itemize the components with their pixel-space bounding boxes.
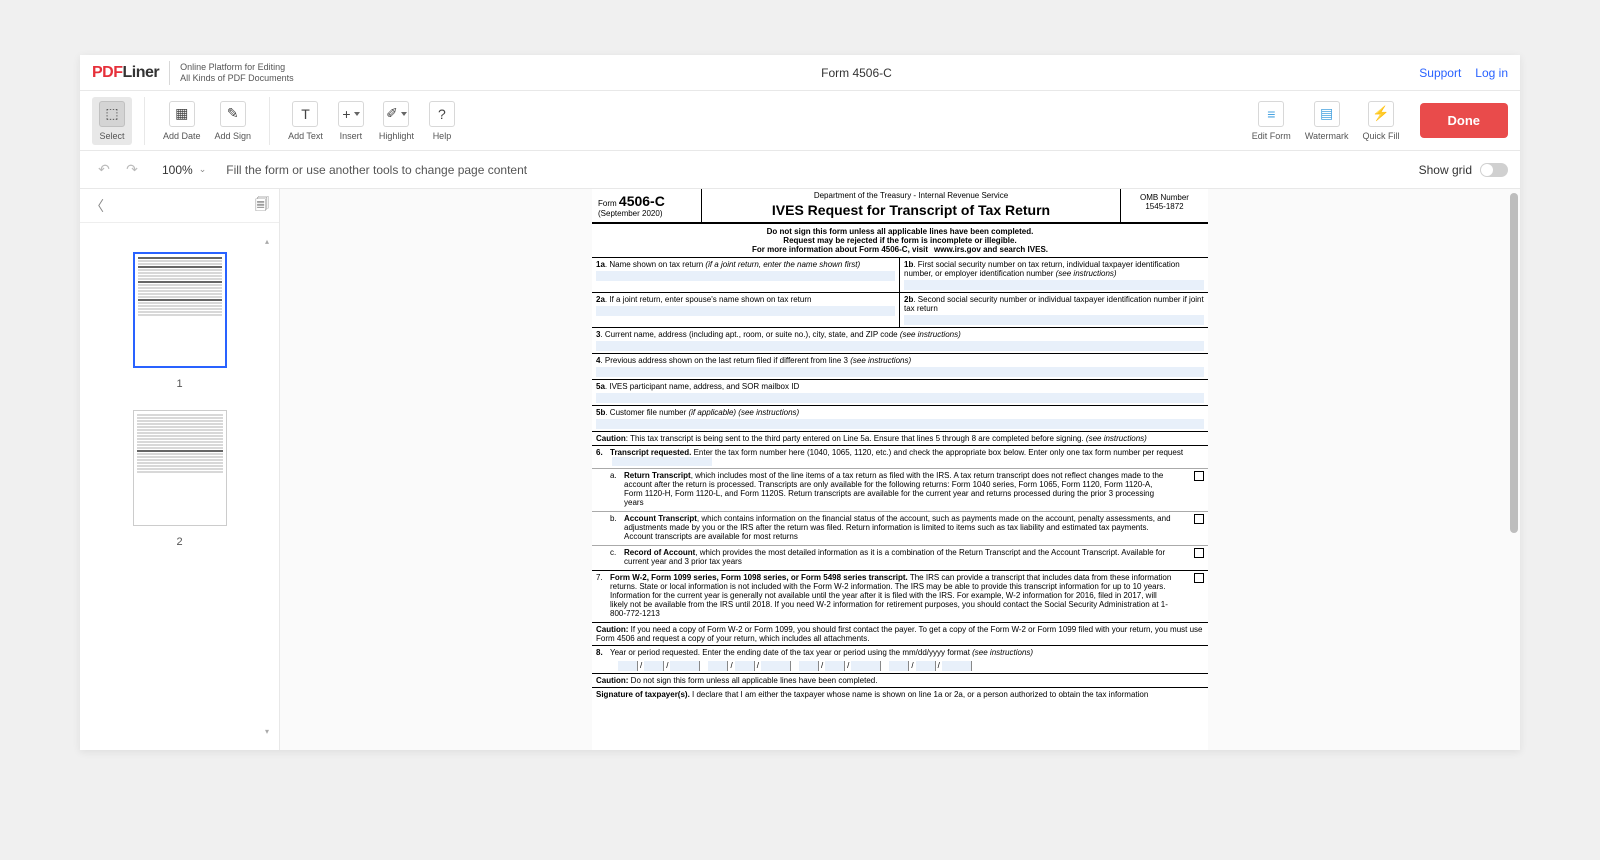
field-8-date3[interactable]: //	[799, 661, 881, 671]
logo-divider	[169, 61, 170, 85]
document-title: Form 4506-C	[294, 66, 1420, 80]
select-tool[interactable]: ⬚ Select	[92, 97, 132, 145]
quick-fill-tool[interactable]: ⚡ Quick Fill	[1356, 97, 1405, 145]
edit-form-tool[interactable]: ≡ Edit Form	[1246, 97, 1297, 145]
checkbox-6a[interactable]	[1194, 471, 1204, 481]
checkbox-6c[interactable]	[1194, 548, 1204, 558]
hint-text: Fill the form or use another tools to ch…	[226, 163, 527, 177]
zoom-selector[interactable]: 100% ⌄	[162, 163, 206, 177]
field-8-date4[interactable]: //	[889, 661, 971, 671]
field-8-date2[interactable]: //	[708, 661, 790, 671]
watermark-icon: ▤	[1314, 101, 1340, 127]
signature-icon: ✎	[220, 101, 246, 127]
field-8-date1[interactable]: //	[618, 661, 700, 671]
highlighter-icon: ✐	[383, 101, 409, 127]
field-2b[interactable]	[904, 315, 1204, 325]
scrollbar[interactable]	[1510, 193, 1518, 746]
document-canvas[interactable]: Form 4506-C (September 2020) Department …	[280, 189, 1520, 750]
tagline: Online Platform for Editing All Kinds of…	[180, 62, 294, 84]
toolbar: ⬚ Select ▦ Add Date ✎ Add Sign T Add Tex…	[80, 91, 1520, 151]
show-grid-label: Show grid	[1419, 163, 1472, 177]
chevron-down-icon: ⌄	[199, 164, 207, 175]
main-area: 〈 🗐 ▴ 1	[80, 189, 1520, 750]
plus-icon: +	[338, 101, 364, 127]
thumbnail-label-2: 2	[176, 536, 182, 548]
checkbox-7[interactable]	[1194, 573, 1204, 583]
checkbox-6b[interactable]	[1194, 514, 1204, 524]
redo-button[interactable]: ↷	[120, 158, 144, 182]
cursor-icon: ⬚	[99, 101, 125, 127]
scroll-up-icon: ▴	[265, 237, 269, 246]
scroll-down-icon: ▾	[265, 727, 269, 736]
help-icon: ?	[429, 101, 455, 127]
login-link[interactable]: Log in	[1475, 66, 1508, 80]
support-link[interactable]: Support	[1419, 66, 1461, 80]
thumbnail-label-1: 1	[176, 378, 182, 390]
form-page: Form 4506-C (September 2020) Department …	[592, 189, 1208, 750]
thumbnail-page-1[interactable]	[133, 252, 227, 368]
add-date-tool[interactable]: ▦ Add Date	[157, 97, 207, 145]
logo-area: PDFLiner Online Platform for Editing All…	[92, 61, 294, 85]
field-2a[interactable]	[596, 306, 895, 316]
text-icon: T	[292, 101, 318, 127]
calendar-icon: ▦	[169, 101, 195, 127]
field-5a[interactable]	[596, 393, 1204, 403]
thumbnail-sidebar: 〈 🗐 ▴ 1	[80, 189, 280, 750]
field-1a[interactable]	[596, 271, 895, 281]
header-bar: PDFLiner Online Platform for Editing All…	[80, 55, 1520, 91]
insert-tool[interactable]: + Insert	[331, 97, 371, 145]
add-sign-tool[interactable]: ✎ Add Sign	[209, 97, 258, 145]
form-icon: ≡	[1258, 101, 1284, 127]
highlight-tool[interactable]: ✐ Highlight	[373, 97, 420, 145]
bolt-icon: ⚡	[1368, 101, 1394, 127]
field-6-formnum[interactable]	[612, 457, 712, 466]
logo: PDFLiner	[92, 64, 159, 82]
undo-button[interactable]: ↶	[92, 158, 116, 182]
app-window: PDFLiner Online Platform for Editing All…	[80, 55, 1520, 750]
thumbnail-page-2[interactable]	[133, 410, 227, 526]
back-button[interactable]: 〈	[90, 196, 104, 216]
field-5b[interactable]	[596, 419, 1204, 429]
field-4[interactable]	[596, 367, 1204, 377]
help-tool[interactable]: ? Help	[422, 97, 462, 145]
watermark-tool[interactable]: ▤ Watermark	[1299, 97, 1355, 145]
field-3[interactable]	[596, 341, 1204, 351]
add-text-tool[interactable]: T Add Text	[282, 97, 329, 145]
sub-toolbar: ↶ ↷ 100% ⌄ Fill the form or use another …	[80, 151, 1520, 189]
done-button[interactable]: Done	[1420, 103, 1509, 138]
pages-icon[interactable]: 🗐	[255, 194, 269, 218]
show-grid-toggle[interactable]	[1480, 163, 1508, 177]
field-1b[interactable]	[904, 280, 1204, 290]
